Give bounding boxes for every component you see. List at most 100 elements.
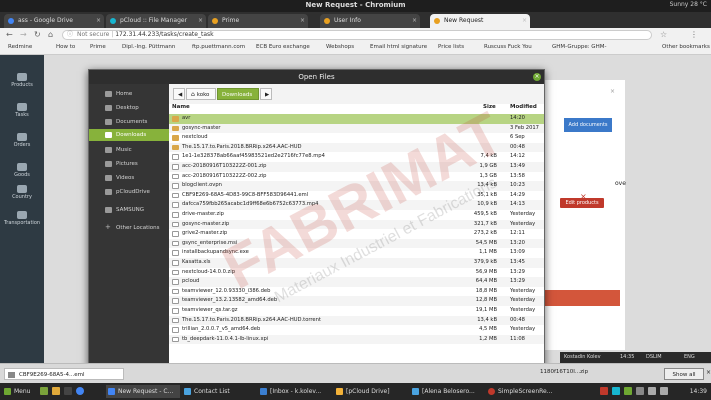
file-row[interactable]: teamviewer_13.2.13582_amd64.deb 12,8 MB Ye… — [169, 296, 544, 306]
file-row[interactable]: drive-master.zip 459,5 kB Yesterday — [169, 210, 544, 220]
file-row[interactable]: installbackupandsync.exe 1,1 MB 13:09 — [169, 248, 544, 258]
place-other-locations[interactable]: + Other Locations — [89, 222, 169, 234]
back-icon[interactable]: ← — [6, 30, 13, 39]
bookmark-item[interactable]: Dipl.-Ing. Püttmann — [122, 44, 175, 50]
place-desktop[interactable]: Desktop — [89, 102, 169, 114]
terminal-icon[interactable] — [64, 387, 72, 395]
file-row[interactable]: pcloud 64,4 MB 13:29 — [169, 277, 544, 287]
flag-icon[interactable] — [600, 387, 608, 395]
path-downloads-button[interactable]: Downloads — [217, 88, 259, 100]
modified-column-header[interactable]: Modified — [510, 104, 537, 110]
place-pclouddrive[interactable]: pCloudDrive — [89, 186, 169, 198]
file-row[interactable]: gsync_enterprise.msi 54,5 MB 13:20 — [169, 238, 544, 249]
nav-orders[interactable]: Orders — [0, 133, 44, 148]
close-icon[interactable]: × — [198, 14, 203, 28]
file-row[interactable]: acc-20180916T103222Z-001.zip 1,9 GB 13:49 — [169, 162, 544, 172]
task-simplescreenrecorder[interactable]: SimpleScreenRe... — [486, 385, 560, 398]
bookmark-item[interactable]: Webshops — [326, 44, 354, 50]
bookmark-item[interactable]: Prime — [90, 44, 106, 50]
volume-icon[interactable] — [648, 387, 656, 395]
close-icon[interactable]: × — [96, 14, 101, 28]
file-row[interactable]: trillian_2.0.0.7_v5_amd64.deb 4,5 MB Yeste… — [169, 325, 544, 335]
menu-icon[interactable]: ⋮ — [690, 30, 698, 39]
file-row[interactable]: 1e1-1e328378ab66aaf45983521ed2e2716fc77e… — [169, 152, 544, 162]
nav-tasks[interactable]: Tasks — [0, 103, 44, 118]
reload-icon[interactable]: ↻ — [34, 30, 41, 39]
battery-icon[interactable] — [660, 387, 668, 395]
close-icon[interactable]: × — [300, 14, 305, 28]
file-row[interactable]: teamviewer_qs.tar.gz 19,1 MB Yesterday — [169, 306, 544, 316]
close-icon[interactable]: × — [412, 14, 417, 28]
place-videos[interactable]: Videos — [89, 172, 169, 184]
files-icon[interactable] — [52, 387, 60, 395]
clock[interactable]: 14:39 — [690, 385, 707, 398]
close-icon[interactable]: × — [610, 88, 615, 95]
menu-button[interactable]: Menu — [2, 385, 36, 398]
download-item-extra[interactable]: 1180f16T10I...zip — [540, 369, 588, 375]
file-row[interactable]: nextcloud-14.0.0.zip 56,9 MB 13:29 — [169, 268, 544, 278]
bookmark-item[interactable]: ECB Euro exchange — [256, 44, 310, 50]
tab-user-info[interactable]: User Info × — [320, 14, 420, 28]
size-column-header[interactable]: Size — [483, 104, 496, 110]
bookmark-item[interactable]: Price lists — [438, 44, 464, 50]
task-contact-list[interactable]: Contact List — [182, 385, 256, 398]
cloud-icon[interactable] — [612, 387, 620, 395]
bookmark-item[interactable]: Other bookmarks — [662, 44, 710, 50]
network-icon[interactable] — [636, 387, 644, 395]
file-row[interactable]: teamviewer_12.0.93330_i386.deb 18,8 MB Yes… — [169, 287, 544, 297]
forward-button[interactable]: ▶ — [260, 88, 272, 100]
file-row[interactable]: gosync-master 3 Feb 2017 — [169, 123, 544, 134]
task-pcloud-drive[interactable]: [pCloud Drive] — [334, 385, 408, 398]
file-row[interactable]: gosync-master.zip 321,7 kB Yesterday — [169, 219, 544, 230]
path-home-button[interactable]: ⌂ koko — [186, 88, 216, 100]
place-downloads[interactable]: Downloads — [89, 129, 169, 141]
place-pictures[interactable]: Pictures — [89, 158, 169, 170]
file-row[interactable]: acc-20180916T103222Z-002.zip 1,3 GB 13:58 — [169, 172, 544, 182]
back-button[interactable]: ◀ — [173, 88, 185, 100]
place-music[interactable]: Music — [89, 144, 169, 156]
url-field[interactable]: ⓘ Not secure | 172.31.44.233/tasks/creat… — [62, 30, 652, 40]
chromium-icon[interactable] — [76, 387, 84, 395]
file-row[interactable]: The.15.17.to.Paris.2018.BRRip.x264.AAC-H… — [169, 315, 544, 326]
bookmark-item[interactable]: How to — [56, 44, 75, 50]
bookmark-item[interactable]: ftp.puettmann.com — [192, 44, 245, 50]
file-row[interactable]: CBF9E269-68A5-4D83-99C8-BFF583D96441.eml… — [169, 191, 544, 201]
close-icon[interactable]: × — [522, 14, 527, 28]
file-row[interactable]: avr 14:20 — [169, 114, 544, 124]
place-documents[interactable]: Documents — [89, 116, 169, 128]
nav-country[interactable]: Country — [0, 185, 44, 200]
name-column-header[interactable]: Name — [172, 104, 190, 110]
show-desktop-icon[interactable] — [40, 387, 48, 395]
home-icon[interactable]: ⌂ — [48, 30, 53, 39]
task-inbox[interactable]: [Inbox - k.kolev... — [258, 385, 332, 398]
task-alena[interactable]: [Alena Belosero... — [410, 385, 484, 398]
tab-pcloud[interactable]: pCloud :: File Manager × — [106, 14, 206, 28]
forward-icon[interactable]: → — [20, 30, 27, 39]
tab-prime[interactable]: Prime × — [208, 14, 308, 28]
place-samsung[interactable]: SAMSUNG — [89, 204, 169, 216]
file-row[interactable]: tb_deepdark-11.0.4.1-lb-linux.xpi 1,2 MB 1… — [169, 334, 544, 345]
file-row[interactable]: dafcca759fbb265acabc1d9ff68e6b6752c63773… — [169, 200, 544, 210]
file-row[interactable]: Kasatta.xls 379,9 kB 13:45 — [169, 258, 544, 268]
bookmark-item[interactable]: Redmine — [8, 44, 32, 50]
nav-transportation[interactable]: Transportation — [0, 211, 44, 226]
show-all-button[interactable]: Show all — [664, 368, 704, 380]
star-icon[interactable]: ☆ — [660, 30, 667, 39]
remove-icon[interactable]: × — [580, 192, 587, 201]
bookmark-item[interactable]: Ruscuss Fuck You — [484, 44, 532, 50]
shield-icon[interactable] — [624, 387, 632, 395]
nav-goods[interactable]: Goods — [0, 163, 44, 178]
close-icon[interactable]: × — [533, 73, 541, 81]
file-row[interactable]: blogclient.ovpn 13,4 kB 10:23 — [169, 181, 544, 191]
tab-new-request[interactable]: New Request × — [430, 14, 530, 28]
bookmark-item[interactable]: GHM-Gruppe: GHM- — [552, 44, 606, 50]
file-row[interactable]: nextcloud 6 Sep — [169, 133, 544, 143]
file-row[interactable]: grive2-master.zip 273,2 kB 12:11 — [169, 229, 544, 239]
place-home[interactable]: Home — [89, 88, 169, 100]
file-row[interactable]: The.15.17.to.Paris.2018.BRRip.x264.AAC-H… — [169, 142, 544, 153]
task-chromium[interactable]: New Request - C... — [106, 385, 180, 398]
submit-strip[interactable] — [540, 290, 620, 306]
close-icon[interactable]: × — [706, 369, 711, 376]
bookmark-item[interactable]: Email html signature — [370, 44, 427, 50]
tab-google-drive[interactable]: ass - Google Drive × — [4, 14, 104, 28]
